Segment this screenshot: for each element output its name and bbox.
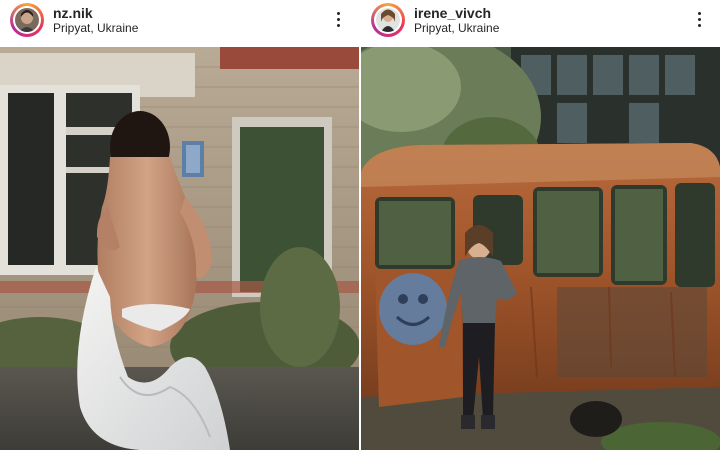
more-options-button[interactable] bbox=[690, 10, 710, 30]
post-header: nz.nik Pripyat, Ukraine bbox=[0, 0, 359, 46]
post-header: irene_vivch Pripyat, Ukraine bbox=[361, 0, 720, 46]
post-username[interactable]: irene_vivch bbox=[414, 5, 491, 21]
avatar[interactable] bbox=[371, 3, 405, 37]
post-location[interactable]: Pripyat, Ukraine bbox=[414, 21, 499, 35]
avatar-photo bbox=[376, 8, 400, 32]
post-username[interactable]: nz.nik bbox=[53, 5, 93, 21]
more-options-button[interactable] bbox=[329, 10, 349, 30]
avatar-photo bbox=[15, 8, 39, 32]
post-photo[interactable] bbox=[361, 47, 720, 450]
avatar[interactable] bbox=[10, 3, 44, 37]
post-photo[interactable] bbox=[0, 47, 359, 450]
post-card: irene_vivch Pripyat, Ukraine bbox=[361, 0, 720, 450]
post-card: nz.nik Pripyat, Ukraine bbox=[0, 0, 359, 450]
post-location[interactable]: Pripyat, Ukraine bbox=[53, 21, 138, 35]
